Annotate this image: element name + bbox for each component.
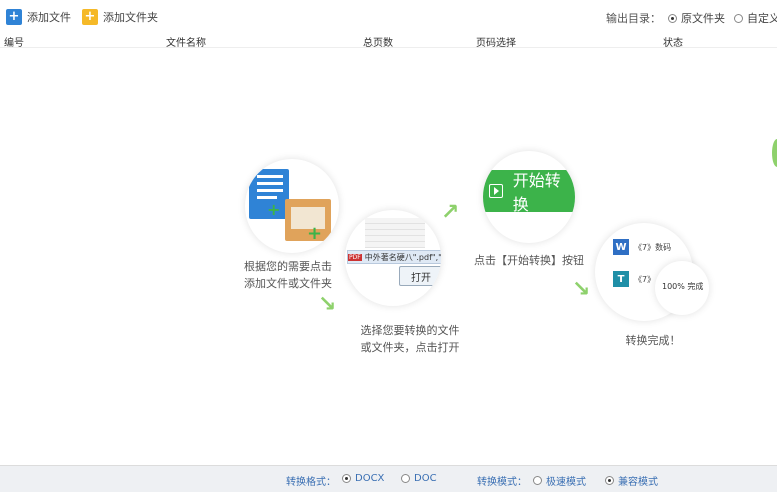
step1-circle: + + (245, 159, 339, 253)
conversion-status: 完成 (687, 282, 704, 291)
step2-caption-line2: 或文件夹，点击打开 (360, 341, 460, 354)
radio-unselected-icon (401, 474, 410, 483)
add-file-label: 添加文件 (27, 11, 71, 24)
mode-label: 转换模式： (477, 477, 527, 488)
output-dir-label: 输出目录： (606, 12, 661, 25)
step3-caption: 点击【开始转换】按钮 (474, 254, 584, 267)
footer-bar: 转换格式： DOCX DOC 转换模式： 极速模式 兼容模式 (0, 465, 777, 492)
text-doc-icon: T (613, 271, 629, 287)
step4-caption: 转换完成！ (625, 334, 681, 347)
pdf-icon: PDF (348, 253, 362, 261)
output-custom-radio[interactable]: 自定义 (734, 10, 777, 26)
format-doc-label: DOC (414, 473, 437, 484)
step2-caption: 选择您要转换的文件 或文件夹，点击打开 (352, 322, 468, 356)
add-file-icon: + (6, 9, 22, 25)
format-docx-label: DOCX (355, 473, 385, 484)
format-docx-radio[interactable]: DOCX (342, 473, 384, 484)
result-item-2: 《7》 (634, 274, 656, 284)
arrow-step3-to-step4-icon: ↘ (572, 277, 591, 302)
radio-unselected-icon (533, 476, 542, 485)
arrow-step2-to-step3-icon: ↗ (441, 200, 460, 225)
format-label: 转换格式： (286, 477, 336, 488)
step3-circle: 开始转换 (483, 151, 575, 243)
mode-compatible-radio[interactable]: 兼容模式 (605, 473, 658, 488)
radio-selected-icon (342, 474, 351, 483)
play-icon (489, 184, 503, 198)
format-doc-radio[interactable]: DOC (401, 473, 437, 484)
start-convert-illustration-label: 开始转换 (512, 171, 561, 214)
filename-field: PDF 中外著名硬八".pdf"," (347, 250, 441, 264)
result-row-2: T 《7》 (613, 271, 655, 287)
open-dialog-illustration: PDF 中外著名硬八".pdf"," 打开 (345, 210, 441, 306)
file-table-header: 编号 文件名称 总页数 页码选择 状态 (0, 33, 777, 49)
svg-text:+: + (267, 200, 280, 219)
svg-text:+: + (307, 223, 322, 244)
file-list-preview (365, 218, 425, 248)
step4-status-bubble: 100% 完成 (655, 261, 709, 315)
mode-fast-radio[interactable]: 极速模式 (533, 473, 586, 488)
edge-decoration (772, 139, 777, 167)
step2-circle: PDF 中外著名硬八".pdf"," 打开 (345, 210, 441, 306)
radio-unselected-icon (734, 13, 743, 23)
output-custom-label: 自定义 (747, 12, 777, 25)
add-file-button[interactable]: + 添加文件 (6, 7, 71, 27)
dialog-open-label: 打开 (411, 272, 431, 284)
dialog-filename: 中外著名硬八".pdf"," (364, 252, 441, 262)
step1-caption-line1: 根据您的需要点击 (244, 260, 332, 273)
radio-selected-icon (668, 13, 677, 23)
output-original-folder-radio[interactable]: 原文件夹 (668, 10, 725, 26)
add-folder-icon: + (82, 9, 98, 25)
add-file-folder-illustration-icon: + + (249, 169, 331, 244)
toolbar: + 添加文件 + 添加文件夹 输出目录： 原文件夹 自定义 (0, 0, 777, 34)
start-convert-illustration-button: 开始转换 (483, 170, 575, 214)
word-doc-icon: W (613, 239, 629, 255)
radio-selected-icon (605, 476, 614, 485)
conversion-result: 100% 完成 (662, 281, 703, 292)
step1-caption-line2: 添加文件或文件夹 (244, 277, 332, 290)
step2-caption-line1: 选择您要转换的文件 (360, 324, 460, 337)
result-row-1: W 《7》数码 (613, 239, 671, 255)
mode-fast-label: 极速模式 (546, 477, 586, 488)
result-item-1: 《7》数码 (634, 242, 672, 252)
mode-compatible-label: 兼容模式 (618, 477, 658, 488)
output-original-folder-label: 原文件夹 (681, 12, 725, 25)
add-folder-button[interactable]: + 添加文件夹 (82, 7, 158, 27)
add-folder-label: 添加文件夹 (103, 11, 158, 24)
file-list-area[interactable]: + + 根据您的需要点击 添加文件或文件夹 ↘ PDF 中外著名硬八".pdf"… (0, 47, 777, 465)
arrow-step1-to-step2-icon: ↘ (318, 292, 337, 317)
step1-caption: 根据您的需要点击 添加文件或文件夹 (238, 258, 338, 292)
dialog-open-button: 打开 (399, 266, 441, 286)
conversion-progress: 100% (662, 282, 685, 291)
